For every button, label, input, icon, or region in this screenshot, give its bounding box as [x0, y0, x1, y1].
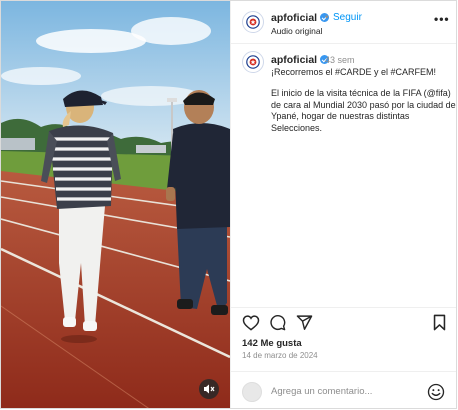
apf-logo-icon: [246, 15, 260, 29]
username-text[interactable]: apfoficial: [271, 12, 317, 24]
emoji-icon[interactable]: [427, 383, 445, 401]
muted-speaker-icon: [204, 384, 215, 394]
post-video[interactable]: [1, 1, 230, 408]
more-options-icon[interactable]: •••: [434, 13, 450, 25]
likes-count[interactable]: 142 Me gusta: [242, 338, 302, 349]
post-header: apfoficial • Seguir Audio original •••: [231, 1, 456, 44]
share-icon[interactable]: [296, 314, 313, 331]
post-actions: 142 Me gusta 14 de marzo de 2024 Agrega …: [231, 307, 456, 408]
username-link[interactable]: apfoficial: [271, 12, 330, 24]
caption-avatar[interactable]: [242, 51, 264, 73]
profile-avatar[interactable]: [242, 11, 264, 33]
comment-icon[interactable]: [269, 314, 286, 331]
follow-button[interactable]: Seguir: [333, 12, 362, 23]
caption-username[interactable]: apfoficial: [271, 54, 330, 66]
caption-headline: ¡Recorremos el #CARDE y el #CARFEM!: [271, 67, 437, 77]
instagram-post-window: apfoficial • Seguir Audio original ••• a…: [0, 0, 457, 409]
current-user-avatar: [242, 382, 262, 402]
heart-icon[interactable]: [242, 314, 260, 331]
apf-logo-icon: [246, 55, 260, 69]
caption-text: El inicio de la visita técnica de la FIF…: [271, 88, 456, 133]
comment-bar: Agrega un comentario...: [231, 371, 456, 408]
caption-username-text[interactable]: apfoficial: [271, 54, 317, 66]
audio-link[interactable]: Audio original: [271, 26, 323, 36]
bookmark-icon[interactable]: [432, 314, 447, 331]
post-details-panel: apfoficial • Seguir Audio original ••• a…: [230, 1, 456, 408]
comment-input[interactable]: Agrega un comentario...: [271, 386, 372, 397]
mute-button[interactable]: [199, 379, 219, 399]
post-date: 14 de marzo de 2024: [242, 351, 318, 360]
post-time[interactable]: 43 sem: [325, 55, 355, 65]
video-frame: [1, 1, 230, 408]
separator-dot: •: [325, 12, 329, 23]
